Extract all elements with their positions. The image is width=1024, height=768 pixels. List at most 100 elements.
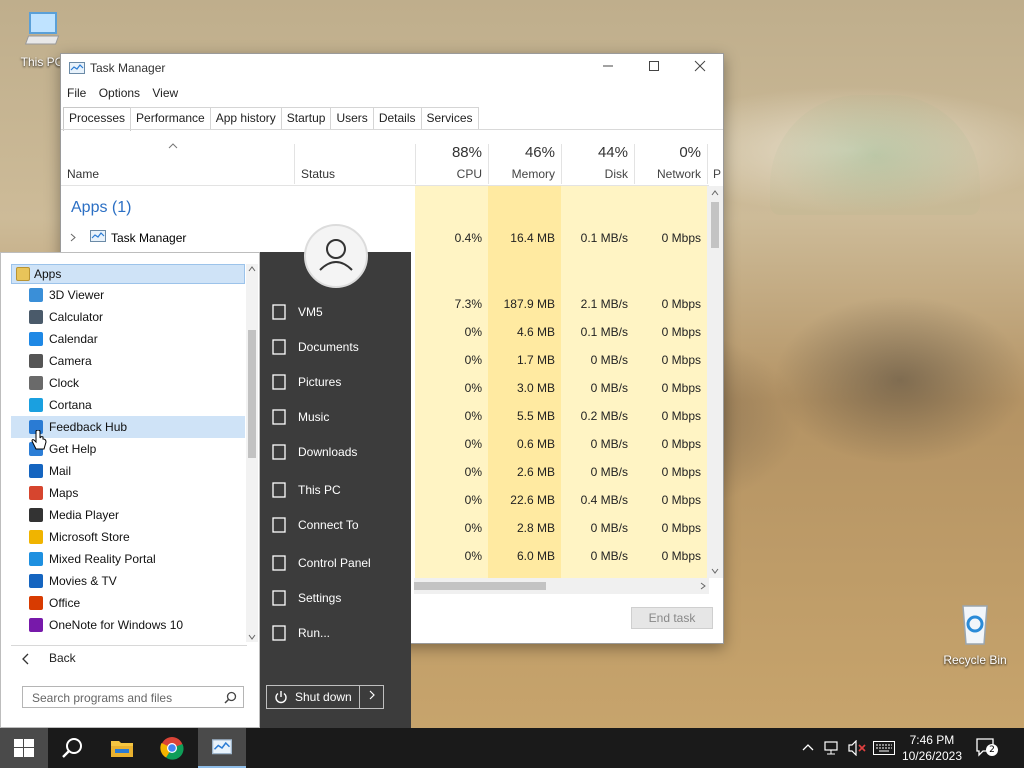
app-item-mixed-reality-portal[interactable]: Mixed Reality Portal (11, 548, 245, 570)
place-documents[interactable]: Documents (270, 336, 359, 358)
tab-performance[interactable]: Performance (130, 107, 211, 129)
place-this-pc[interactable]: This PC (270, 479, 341, 501)
apps-group-header[interactable]: Apps (1) (71, 199, 131, 217)
column-power[interactable]: P (713, 167, 723, 181)
chevron-right-icon[interactable] (70, 233, 76, 242)
app-item-movies-tv[interactable]: Movies & TV (11, 570, 245, 592)
title-bar[interactable]: Task Manager (61, 54, 723, 84)
place-settings[interactable]: Settings (270, 587, 341, 609)
start-button[interactable] (0, 728, 48, 768)
column-disk[interactable]: Disk (561, 167, 628, 181)
end-task-button[interactable]: End task (631, 607, 713, 629)
tab-details[interactable]: Details (372, 107, 422, 129)
app-icon (29, 508, 43, 522)
vertical-scrollbar[interactable] (707, 186, 723, 578)
column-memory[interactable]: Memory (488, 167, 555, 181)
place-connect-to[interactable]: Connect To (270, 514, 359, 536)
app-item-media-player[interactable]: Media Player (11, 504, 245, 526)
sort-up-icon[interactable] (168, 143, 178, 149)
network-icon[interactable] (824, 740, 842, 756)
network-percent[interactable]: 0% (634, 144, 701, 161)
scroll-right-icon[interactable] (700, 582, 706, 590)
place-label: This PC (298, 483, 341, 497)
window-title: Task Manager (90, 61, 166, 75)
column-cpu[interactable]: CPU (415, 167, 482, 181)
app-item-camera[interactable]: Camera (11, 350, 245, 372)
place-control-panel[interactable]: Control Panel (270, 552, 371, 574)
disk-percent[interactable]: 44% (561, 144, 628, 161)
cell-memory: 4.6 MB (516, 325, 555, 339)
scroll-up-icon[interactable] (711, 190, 719, 196)
cell-disk: 0.1 MB/s (580, 325, 628, 339)
minimize-button[interactable] (585, 54, 631, 84)
place-music[interactable]: Music (270, 406, 329, 428)
cell-memory: 5.5 MB (516, 409, 555, 423)
app-item-office[interactable]: Office (11, 592, 245, 614)
app-item-microsoft-store[interactable]: Microsoft Store (11, 526, 245, 548)
app-item-mail[interactable]: Mail (11, 460, 245, 482)
cell-disk: 0 MB/s (590, 353, 628, 367)
maximize-button[interactable] (631, 54, 677, 84)
app-item-calendar[interactable]: Calendar (11, 328, 245, 350)
app-item-3d-viewer[interactable]: 3D Viewer (11, 284, 245, 306)
scroll-down-icon[interactable] (248, 634, 256, 640)
memory-percent[interactable]: 46% (488, 144, 555, 161)
place-vm5[interactable]: VM5 (270, 301, 323, 323)
tab-startup[interactable]: Startup (280, 107, 332, 129)
cell-cpu: 0% (464, 437, 482, 451)
back-label: Back (49, 651, 76, 665)
tab-processes[interactable]: Processes (63, 107, 132, 131)
menu-view[interactable]: View (152, 86, 178, 100)
place-pictures[interactable]: Pictures (270, 371, 341, 393)
desktop-icon-recycle-bin[interactable]: Recycle Bin (935, 602, 1015, 667)
tab-app-history[interactable]: App history (209, 107, 282, 129)
control-panel-icon (272, 555, 286, 571)
tab-users[interactable]: Users (330, 107, 374, 129)
action-center-button[interactable]: 2 (976, 738, 998, 758)
process-name: Task Manager (111, 231, 187, 245)
back-button[interactable]: Back (21, 651, 76, 665)
place-run[interactable]: Run... (270, 622, 330, 644)
cell-network: 0 Mbps (661, 297, 701, 311)
chrome-button[interactable] (148, 728, 196, 768)
scroll-down-icon[interactable] (711, 568, 719, 574)
tab-services[interactable]: Services (420, 107, 479, 129)
column-status[interactable]: Status (301, 167, 335, 181)
app-item-onenote-for-windows-10[interactable]: OneNote for Windows 10 (11, 614, 245, 636)
menu-file[interactable]: File (67, 86, 86, 100)
task-manager-taskbar-button[interactable] (198, 728, 246, 768)
cell-memory: 6.0 MB (516, 549, 555, 563)
scroll-thumb[interactable] (414, 582, 546, 590)
scroll-thumb[interactable] (711, 202, 719, 248)
cell-cpu: 0% (464, 549, 482, 563)
taskbar-search-button[interactable] (48, 728, 96, 768)
horizontal-scrollbar[interactable] (414, 578, 709, 594)
app-item-clock[interactable]: Clock (11, 372, 245, 394)
scroll-thumb[interactable] (248, 330, 256, 458)
apps-folder[interactable]: Apps (11, 264, 245, 284)
shutdown-options-button[interactable] (359, 686, 383, 708)
scroll-up-icon[interactable] (248, 266, 256, 272)
cell-network: 0 Mbps (661, 409, 701, 423)
cpu-percent[interactable]: 88% (415, 144, 482, 161)
chevron-up-icon[interactable] (802, 743, 814, 751)
cell-network: 0 Mbps (661, 549, 701, 563)
app-item-calculator[interactable]: Calculator (11, 306, 245, 328)
keyboard-icon[interactable] (873, 741, 895, 755)
user-avatar[interactable] (304, 224, 368, 288)
app-item-maps[interactable]: Maps (11, 482, 245, 504)
column-name[interactable]: Name (67, 167, 99, 181)
table-row[interactable]: Task Manager (61, 227, 421, 247)
volume-muted-icon[interactable] (848, 740, 866, 756)
shutdown-button[interactable]: Shut down (266, 685, 384, 709)
menu-options[interactable]: Options (99, 86, 140, 100)
app-item-cortana[interactable]: Cortana (11, 394, 245, 416)
clock[interactable]: 7:46 PM 10/26/2023 (902, 732, 962, 764)
file-explorer-button[interactable] (98, 728, 146, 768)
place-downloads[interactable]: Downloads (270, 441, 357, 463)
close-button[interactable] (677, 54, 723, 84)
run-icon (272, 625, 286, 641)
app-list-scrollbar[interactable] (246, 264, 258, 642)
column-network[interactable]: Network (634, 167, 701, 181)
search-input[interactable]: Search programs and files (22, 686, 244, 708)
